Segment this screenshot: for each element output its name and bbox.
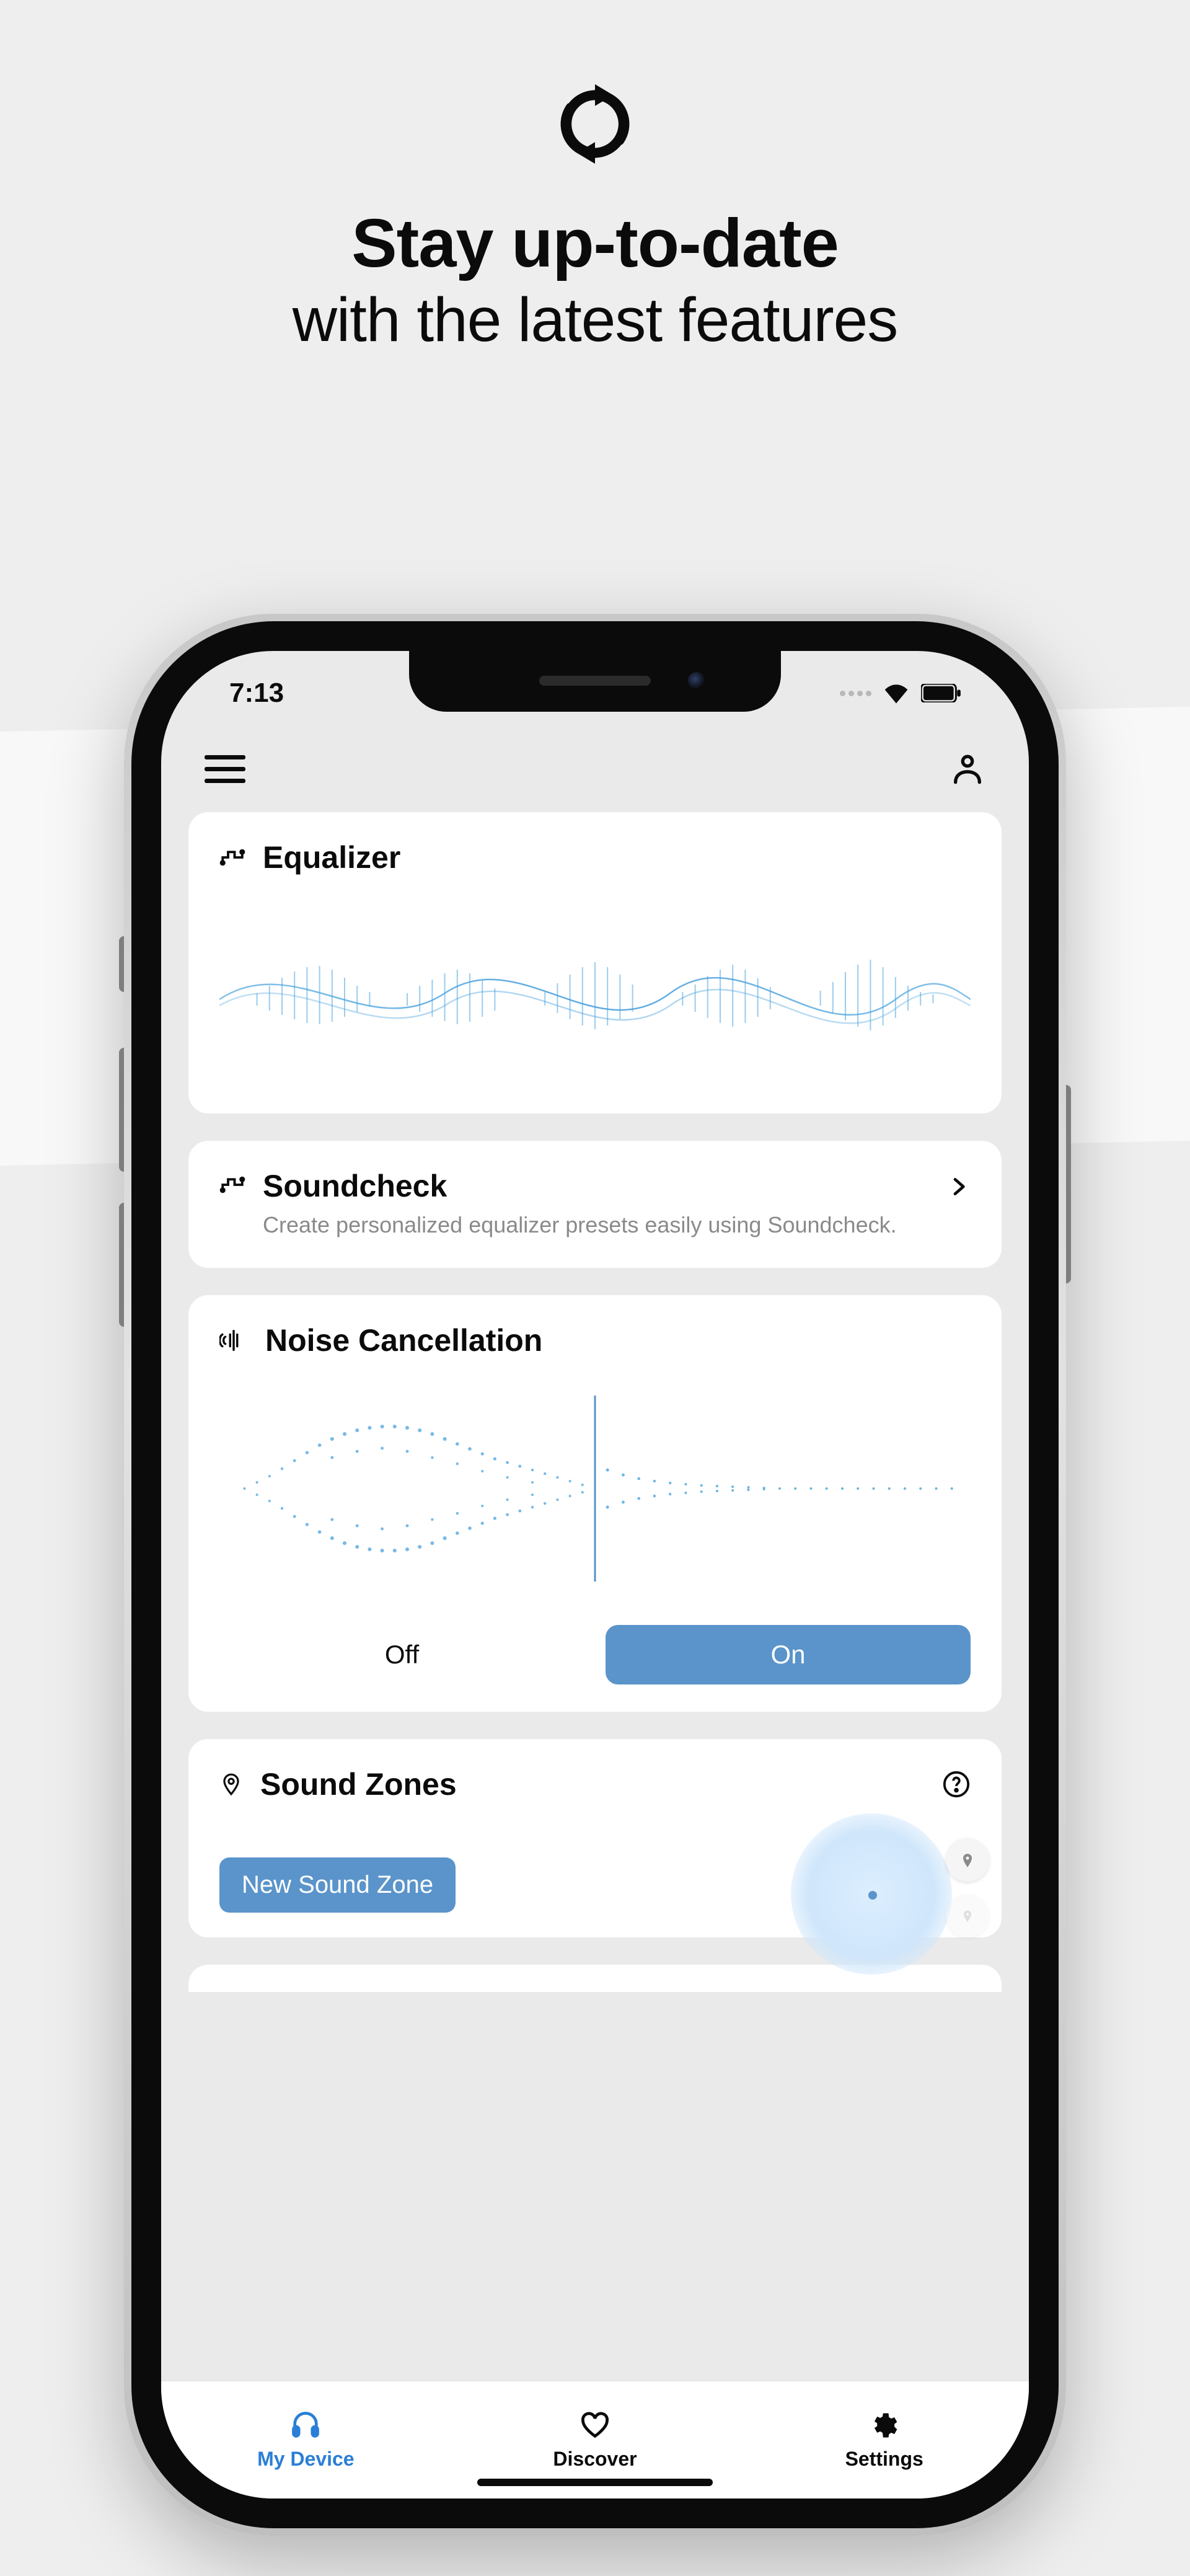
cellular-signal-icon xyxy=(840,691,871,696)
noise-cancellation-visualization xyxy=(219,1389,971,1588)
nc-on-button[interactable]: On xyxy=(606,1625,971,1684)
chevron-right-icon xyxy=(946,1168,971,1205)
hero: Stay up-to-date with the latest features xyxy=(0,81,1190,354)
phone-notch xyxy=(409,651,781,712)
heart-icon xyxy=(579,2409,611,2441)
zone-chip[interactable] xyxy=(946,1838,989,1882)
nav-label: Settings xyxy=(845,2448,923,2471)
noise-cancellation-toggle: Off On xyxy=(219,1625,971,1684)
wifi-icon xyxy=(883,683,910,704)
sound-zones-title: Sound Zones xyxy=(260,1766,457,1802)
sound-zones-visualization xyxy=(778,1813,983,1937)
battery-icon xyxy=(921,684,961,702)
noise-cancellation-icon xyxy=(219,1326,248,1355)
nc-off-button[interactable]: Off xyxy=(219,1625,584,1684)
equalizer-title: Equalizer xyxy=(263,839,400,875)
nav-label: My Device xyxy=(257,2448,355,2471)
zone-chip-secondary[interactable] xyxy=(946,1894,989,1937)
noise-cancellation-title: Noise Cancellation xyxy=(265,1322,542,1358)
soundcheck-subtitle: Create personalized equalizer presets ea… xyxy=(263,1210,946,1241)
noise-cancellation-card: Noise Cancellation xyxy=(188,1295,1002,1712)
equalizer-icon xyxy=(219,844,245,870)
sound-zones-card: Sound Zones xyxy=(188,1739,1002,1937)
status-time: 7:13 xyxy=(229,678,284,709)
menu-button[interactable] xyxy=(205,755,245,783)
equalizer-card[interactable]: Equalizer xyxy=(188,812,1002,1113)
refresh-icon xyxy=(552,81,638,167)
location-pin-icon xyxy=(219,1769,243,1799)
help-button[interactable] xyxy=(942,1770,971,1799)
nav-label: Discover xyxy=(553,2448,637,2471)
soundcheck-icon xyxy=(219,1172,245,1198)
bottom-nav: My Device Discover xyxy=(161,2381,1029,2499)
gear-icon xyxy=(868,2409,901,2441)
profile-button[interactable] xyxy=(950,751,985,787)
new-sound-zone-button[interactable]: New Sound Zone xyxy=(219,1857,456,1913)
soundcheck-title: Soundcheck xyxy=(263,1168,946,1204)
nav-settings[interactable]: Settings xyxy=(739,2381,1029,2499)
hero-subtitle: with the latest features xyxy=(0,286,1190,354)
phone-screen: 7:13 xyxy=(161,651,1029,2499)
equalizer-visualization xyxy=(219,913,971,1086)
home-indicator[interactable] xyxy=(477,2479,713,2486)
headphones-icon xyxy=(289,2409,322,2441)
app-header xyxy=(161,732,1029,806)
soundcheck-card[interactable]: Soundcheck Create personalized equalizer… xyxy=(188,1141,1002,1268)
phone-mockup: 7:13 xyxy=(124,614,1066,2536)
nav-my-device[interactable]: My Device xyxy=(161,2381,451,2499)
content-scroll[interactable]: Equalizer xyxy=(161,812,1029,2381)
hero-title: Stay up-to-date xyxy=(0,208,1190,280)
promo-canvas: Stay up-to-date with the latest features… xyxy=(0,0,1190,2576)
